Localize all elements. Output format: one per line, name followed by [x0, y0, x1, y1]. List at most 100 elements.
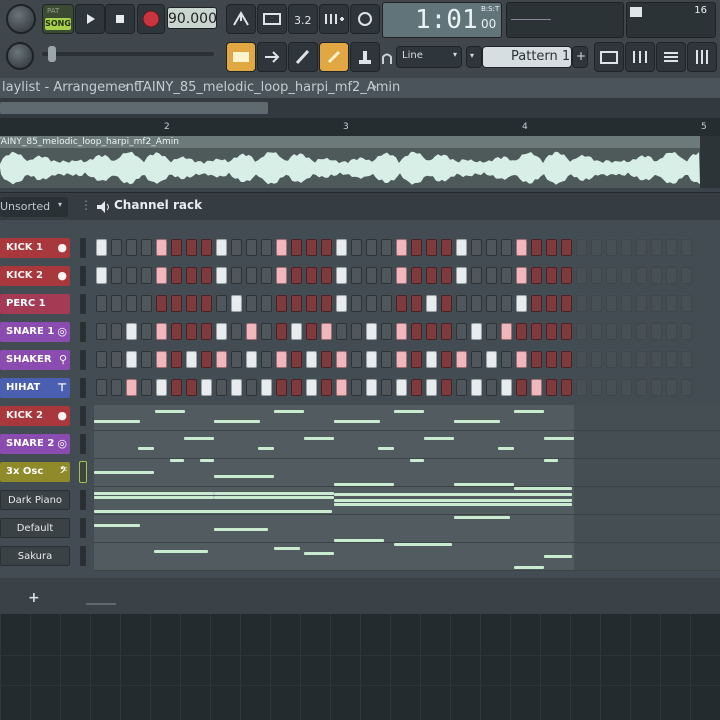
pat-song-toggle[interactable]: PAT SONG — [42, 4, 74, 34]
step-button[interactable] — [441, 323, 452, 340]
step-button[interactable] — [246, 351, 257, 368]
step-button[interactable] — [621, 379, 632, 396]
step-button[interactable] — [156, 351, 167, 368]
channel-select-led[interactable] — [80, 546, 86, 566]
channel-button-sakura[interactable]: Sakura — [0, 546, 70, 566]
step-button[interactable] — [651, 323, 662, 340]
step-button[interactable] — [531, 323, 542, 340]
step-button[interactable] — [426, 267, 437, 284]
step-button[interactable] — [351, 351, 362, 368]
piano-roll-note[interactable] — [94, 510, 332, 513]
piano-roll-note[interactable] — [334, 499, 572, 502]
step-button[interactable] — [636, 267, 647, 284]
step-button[interactable] — [591, 239, 602, 256]
step-button[interactable] — [666, 351, 677, 368]
step-button[interactable] — [171, 379, 182, 396]
channel-select-led[interactable] — [80, 350, 86, 370]
step-button[interactable] — [246, 295, 257, 312]
step-button[interactable] — [156, 239, 167, 256]
step-button[interactable] — [96, 295, 107, 312]
step-button[interactable] — [366, 267, 377, 284]
master-pitch-knob[interactable] — [6, 42, 34, 70]
piano-roll-note[interactable] — [274, 410, 304, 413]
step-button[interactable] — [96, 351, 107, 368]
step-button[interactable] — [246, 379, 257, 396]
step-button[interactable] — [231, 267, 242, 284]
step-button[interactable] — [411, 295, 422, 312]
step-button[interactable] — [381, 295, 392, 312]
step-button[interactable] — [171, 323, 182, 340]
step-button[interactable] — [636, 295, 647, 312]
step-button[interactable] — [261, 239, 272, 256]
step-button[interactable] — [486, 239, 497, 256]
step-button[interactable] — [111, 379, 122, 396]
step-button[interactable] — [501, 351, 512, 368]
step-button[interactable] — [411, 239, 422, 256]
piano-roll-note[interactable] — [514, 487, 572, 490]
step-button[interactable] — [621, 239, 632, 256]
step-button[interactable] — [561, 267, 572, 284]
piano-roll-note[interactable] — [378, 447, 394, 450]
speaker-icon[interactable] — [95, 199, 111, 215]
step-button[interactable] — [201, 351, 212, 368]
step-button[interactable] — [246, 267, 257, 284]
piano-roll-note[interactable] — [138, 447, 154, 450]
step-button[interactable] — [576, 239, 587, 256]
piano-roll-note[interactable] — [155, 410, 185, 413]
step-button[interactable] — [366, 379, 377, 396]
step-button[interactable] — [666, 295, 677, 312]
piano-roll-note[interactable] — [304, 552, 334, 555]
step-button[interactable] — [336, 267, 347, 284]
step-button[interactable] — [396, 295, 407, 312]
step-button[interactable] — [441, 379, 452, 396]
step-button[interactable] — [291, 267, 302, 284]
step-button[interactable] — [141, 379, 152, 396]
piano-roll-note[interactable] — [94, 420, 140, 423]
step-button[interactable] — [186, 351, 197, 368]
step-button[interactable] — [411, 379, 422, 396]
step-button[interactable] — [456, 239, 467, 256]
step-button[interactable] — [291, 379, 302, 396]
step-button[interactable] — [381, 267, 392, 284]
step-button[interactable] — [636, 323, 647, 340]
step-button[interactable] — [381, 239, 392, 256]
step-button[interactable] — [276, 267, 287, 284]
step-button[interactable] — [441, 295, 452, 312]
step-button[interactable] — [456, 379, 467, 396]
step-button[interactable] — [141, 323, 152, 340]
step-button[interactable] — [111, 295, 122, 312]
step-button[interactable] — [501, 239, 512, 256]
step-button[interactable] — [201, 379, 212, 396]
step-button[interactable] — [291, 323, 302, 340]
piano-roll-note[interactable] — [514, 566, 544, 569]
step-button[interactable] — [231, 379, 242, 396]
step-button[interactable] — [201, 323, 212, 340]
step-button[interactable] — [576, 295, 587, 312]
step-button[interactable] — [456, 267, 467, 284]
piano-roll-note[interactable] — [544, 459, 558, 462]
piano-roll-note[interactable] — [214, 496, 334, 499]
step-button[interactable] — [651, 351, 662, 368]
step-button[interactable] — [561, 351, 572, 368]
step-button[interactable] — [681, 295, 692, 312]
step-button[interactable] — [561, 379, 572, 396]
step-button[interactable] — [636, 351, 647, 368]
step-button[interactable] — [156, 379, 167, 396]
channel-button-dark-piano[interactable]: Dark Piano — [0, 490, 70, 510]
piano-roll-note[interactable] — [154, 550, 208, 553]
piano-roll-note[interactable] — [544, 555, 572, 558]
slide-tool-button[interactable] — [288, 42, 318, 72]
step-button[interactable] — [246, 323, 257, 340]
record-button[interactable] — [137, 4, 165, 34]
wait-input-button[interactable] — [257, 4, 287, 34]
step-button[interactable] — [651, 267, 662, 284]
step-button[interactable] — [516, 351, 527, 368]
step-button[interactable] — [681, 379, 692, 396]
step-button[interactable] — [111, 267, 122, 284]
step-button[interactable] — [411, 323, 422, 340]
step-button[interactable] — [291, 239, 302, 256]
step-button[interactable] — [321, 323, 332, 340]
step-button[interactable] — [516, 323, 527, 340]
step-button[interactable] — [636, 379, 647, 396]
step-button[interactable] — [456, 351, 467, 368]
